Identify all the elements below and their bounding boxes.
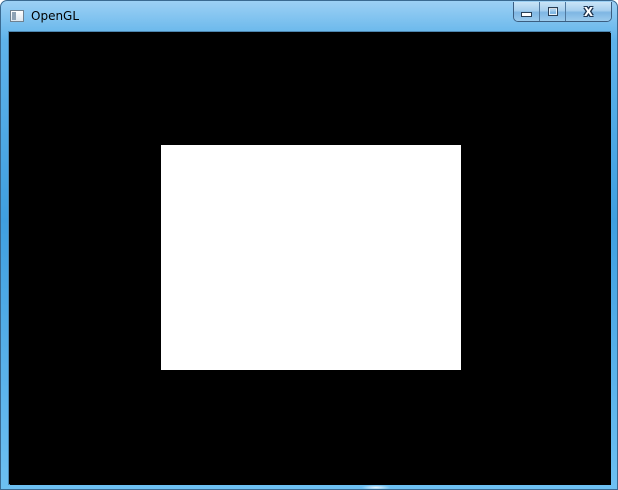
window-title: OpenGL bbox=[31, 9, 80, 23]
close-icon: X bbox=[583, 4, 594, 19]
title-bar[interactable]: OpenGL X bbox=[1, 1, 617, 31]
client-area-frame bbox=[8, 31, 611, 485]
window-controls: X bbox=[513, 2, 612, 22]
application-window-icon[interactable] bbox=[10, 10, 24, 22]
opengl-canvas[interactable] bbox=[10, 33, 611, 485]
opengl-window: OpenGL X bbox=[0, 0, 618, 490]
minimize-icon bbox=[521, 12, 532, 17]
maximize-icon bbox=[547, 7, 558, 16]
minimize-button[interactable] bbox=[514, 2, 540, 21]
maximize-button[interactable] bbox=[540, 2, 566, 21]
close-button[interactable]: X bbox=[566, 2, 611, 21]
frame-highlight bbox=[361, 485, 391, 489]
white-rectangle bbox=[161, 145, 461, 370]
